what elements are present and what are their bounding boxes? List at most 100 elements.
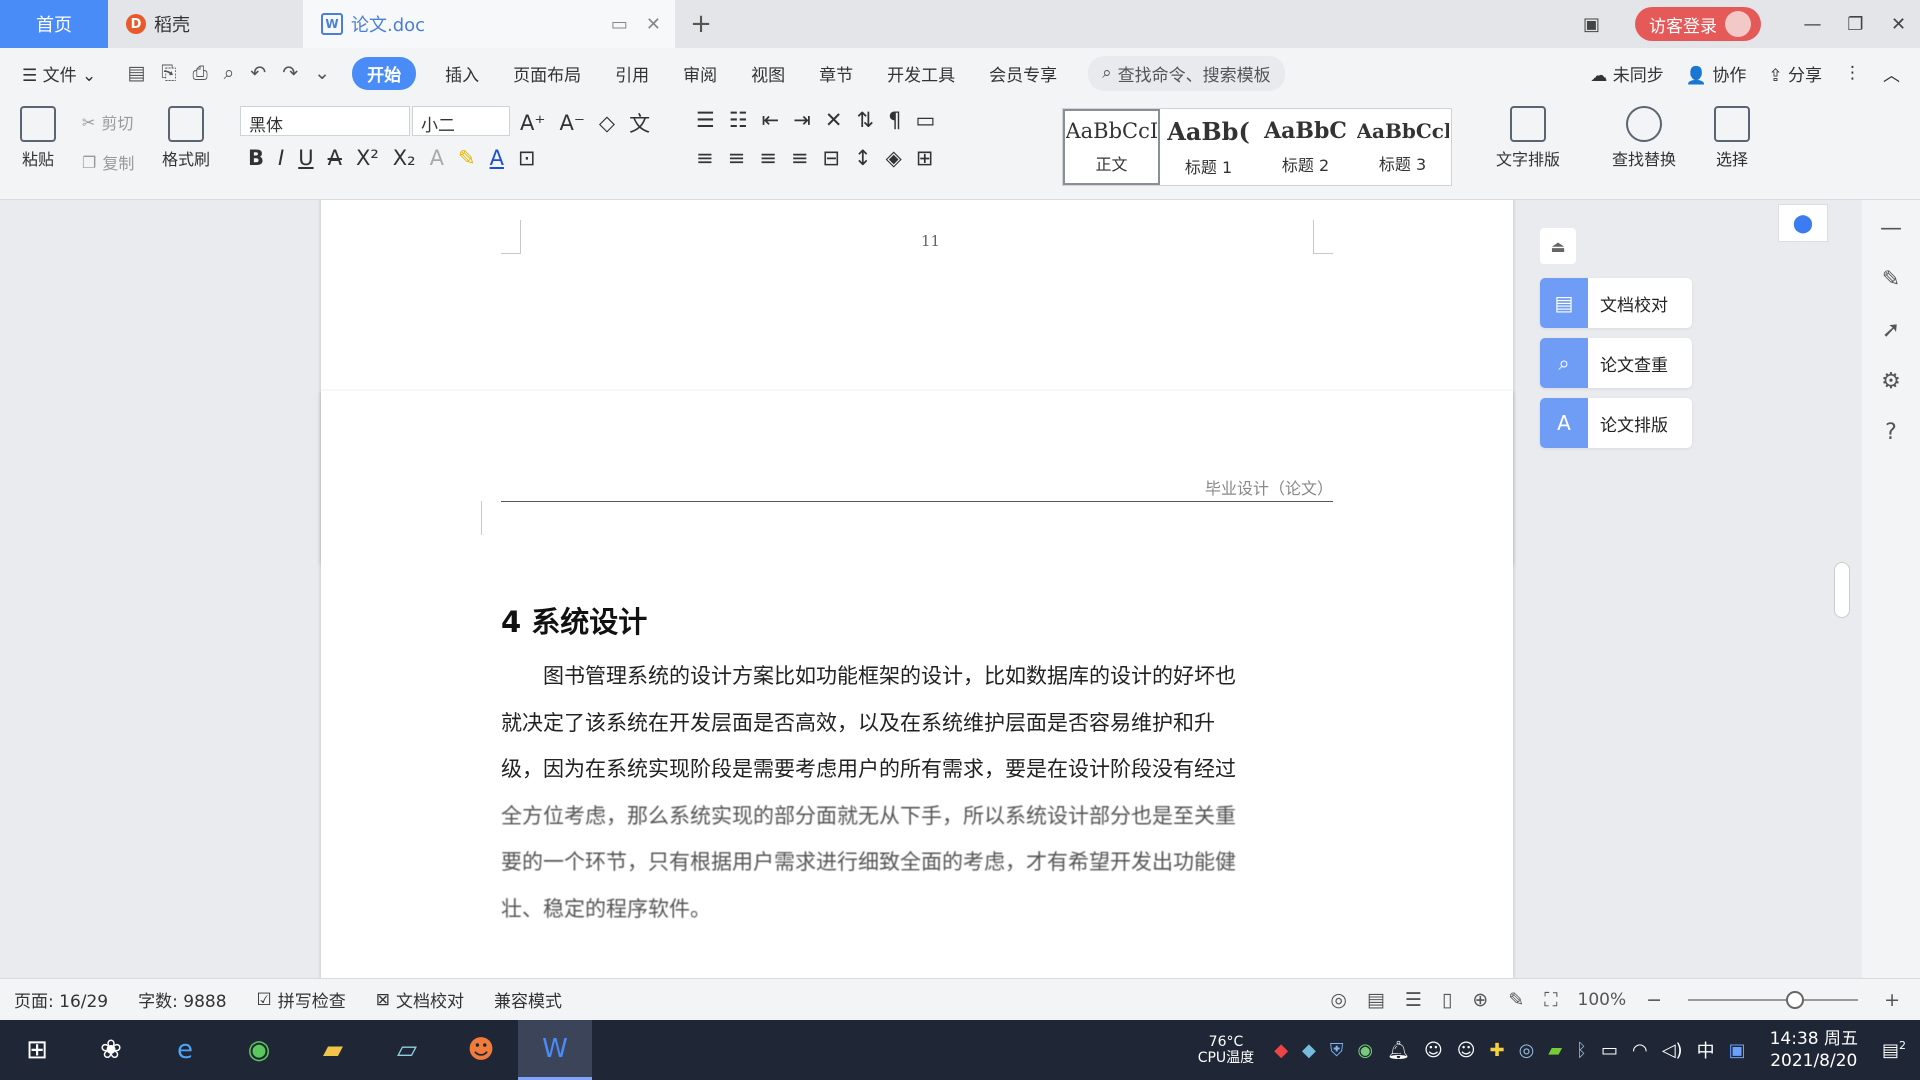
settings-sliders-icon[interactable]: ⚙ <box>1881 369 1901 394</box>
volume-icon[interactable]: ◁) <box>1662 1040 1683 1061</box>
ime-indicator[interactable]: 中 <box>1697 1037 1715 1063</box>
qq-icon[interactable]: ☺ <box>1457 1040 1476 1061</box>
tab-start[interactable]: 开始 <box>352 56 417 90</box>
tab-chapter[interactable]: 章节 <box>802 61 870 86</box>
print-icon[interactable]: ⎙ <box>192 62 207 84</box>
clock[interactable]: 14:38 周五 2021/8/20 <box>1770 1028 1858 1072</box>
undo-icon[interactable]: ↶ <box>250 62 266 84</box>
help-icon[interactable]: ? <box>1885 420 1897 445</box>
notification-center-icon[interactable]: ▤2 <box>1882 1039 1906 1061</box>
battery-icon[interactable]: ▭ <box>1601 1040 1618 1061</box>
file-menu[interactable]: ☰ 文件 ⌄ <box>0 61 113 86</box>
pointer-icon[interactable]: ➚ <box>1882 318 1900 343</box>
shading-icon[interactable]: ◈ <box>886 146 902 170</box>
thesis-layout-button[interactable]: A 论文排版 <box>1540 398 1692 448</box>
browser-icon[interactable]: ◉ <box>222 1020 296 1080</box>
zoom-level[interactable]: 100% <box>1578 990 1627 1010</box>
highlight-icon[interactable]: ✎ <box>458 146 476 170</box>
zoom-in-icon[interactable]: + <box>1884 989 1900 1011</box>
file-explorer-icon[interactable]: ▰ <box>296 1020 370 1080</box>
sort-icon[interactable]: ⇅ <box>856 108 874 132</box>
tray-app-icon[interactable]: ◆ <box>1274 1040 1288 1061</box>
eye-protection-icon[interactable]: ◎ <box>1330 989 1347 1011</box>
chinese-layout-icon[interactable]: ✕ <box>825 108 843 132</box>
collapse-ribbon-icon[interactable]: ︿ <box>1883 61 1900 86</box>
close-window-icon[interactable]: ✕ <box>1877 14 1920 35</box>
windows-start-icon[interactable]: ⊞ <box>0 1020 74 1080</box>
qq-icon[interactable]: ☺ <box>1424 1040 1443 1061</box>
tab-stops-icon[interactable]: ▭ <box>915 108 935 132</box>
tab-references[interactable]: 引用 <box>598 61 666 86</box>
collapse-panel-icon[interactable]: ⏏ <box>1540 228 1576 264</box>
tray-app-icon[interactable]: ◉ <box>1357 1040 1373 1061</box>
doc-check-button[interactable]: ▤ 文档校对 <box>1540 278 1692 328</box>
grow-font-icon[interactable]: A⁺ <box>520 111 545 135</box>
game-app-icon[interactable]: ☻ <box>444 1020 518 1080</box>
minimize-icon[interactable]: — <box>1791 14 1834 35</box>
tab-member[interactable]: 会员专享 <box>972 61 1074 86</box>
align-center-icon[interactable]: ≡ <box>728 146 746 170</box>
ie-browser-icon[interactable]: e <box>148 1020 222 1080</box>
paste-button[interactable]: 粘贴 <box>20 106 56 170</box>
text-effect-icon[interactable]: A <box>430 146 444 170</box>
scrollbar-thumb[interactable] <box>1834 562 1850 618</box>
style-normal[interactable]: AaBbCcI 正文 <box>1063 109 1160 185</box>
plagiarism-check-button[interactable]: ⌕ 论文查重 <box>1540 338 1692 388</box>
new-tab-button[interactable]: + <box>675 0 727 48</box>
strikethrough-icon[interactable]: A <box>328 146 342 170</box>
notes-app-icon[interactable]: ▱ <box>370 1020 444 1080</box>
tab-home[interactable]: 首页 <box>0 0 108 48</box>
italic-icon[interactable]: I <box>278 146 284 170</box>
bold-icon[interactable]: B <box>248 146 264 170</box>
login-button[interactable]: 访客登录 <box>1635 7 1761 41</box>
document-canvas[interactable]: 11 毕业设计（论文） 4 系统设计 图书管理系统的设计方案比如功能框架的设计，… <box>0 200 1920 978</box>
find-replace-button[interactable]: 查找替换 <box>1612 106 1676 170</box>
cut-button[interactable]: ✂ 剪切 <box>82 110 133 134</box>
save-icon[interactable]: ▤ <box>127 62 145 84</box>
sync-button[interactable]: ☁ 未同步 <box>1590 61 1663 86</box>
shield-icon[interactable]: ⛨ <box>1330 1040 1344 1061</box>
select-button[interactable]: 选择 <box>1714 106 1750 170</box>
pen-icon[interactable]: ✎ <box>1882 267 1900 292</box>
menu-lines-icon[interactable]: — <box>1880 216 1902 241</box>
style-heading-3[interactable]: AaBbCcl 标题 3 <box>1354 109 1451 185</box>
input-method-icon[interactable]: ▣ <box>1729 1040 1746 1061</box>
justify-icon[interactable]: ≡ <box>791 146 809 170</box>
tray-app-icon[interactable]: ◆ <box>1302 1040 1316 1061</box>
reading-view-icon[interactable]: ▯ <box>1442 989 1452 1011</box>
word-count[interactable]: 字数: 9888 <box>138 987 226 1012</box>
subscript-icon[interactable]: X₂ <box>393 146 416 170</box>
align-right-icon[interactable]: ≡ <box>759 146 777 170</box>
tab-view[interactable]: 视图 <box>734 61 802 86</box>
customize-icon[interactable]: ⌄ <box>314 62 330 84</box>
font-name-select[interactable]: 黑体 <box>240 106 410 136</box>
page-indicator[interactable]: 页面: 16/29 <box>14 987 108 1012</box>
shrink-font-icon[interactable]: A⁻ <box>559 111 584 135</box>
window-layout-icon[interactable]: ▣ <box>1570 14 1613 35</box>
line-spacing-icon[interactable]: ↕ <box>854 146 872 170</box>
preview-icon[interactable]: ⌕ <box>224 62 235 84</box>
copy-button[interactable]: ❐ 复制 <box>82 150 134 174</box>
style-heading-2[interactable]: AaBbC 标题 2 <box>1257 109 1354 185</box>
wps-taskbar-icon[interactable]: W <box>518 1020 592 1080</box>
borders-icon[interactable]: ⊞ <box>916 146 934 170</box>
increase-indent-icon[interactable]: ⇥ <box>793 108 811 132</box>
tab-insert[interactable]: 插入 <box>428 61 496 86</box>
tab-developer[interactable]: 开发工具 <box>870 61 972 86</box>
spellcheck-button[interactable]: ☑ 拼写检查 <box>257 987 346 1013</box>
nvidia-icon[interactable]: ▰ <box>1548 1040 1562 1061</box>
numbered-list-icon[interactable]: ☷ <box>729 108 748 132</box>
clear-format-icon[interactable]: ◇ <box>599 111 615 135</box>
style-heading-1[interactable]: AaBb( 标题 1 <box>1160 109 1257 185</box>
font-color-icon[interactable]: A <box>490 146 504 170</box>
zoom-slider-knob[interactable] <box>1786 991 1805 1009</box>
bullet-list-icon[interactable]: ☰ <box>696 108 715 132</box>
float-window-icon[interactable]: ▭ <box>611 14 628 35</box>
text-layout-button[interactable]: 文字排版 <box>1496 106 1560 170</box>
align-left-icon[interactable]: ≡ <box>696 146 714 170</box>
location-pin-icon[interactable]: ⬤ <box>1778 204 1828 242</box>
underline-icon[interactable]: U <box>298 146 313 170</box>
format-painter-button[interactable]: 格式刷 <box>162 106 210 170</box>
tab-review[interactable]: 审阅 <box>666 61 734 86</box>
pinyin-icon[interactable]: 文 <box>629 108 650 138</box>
